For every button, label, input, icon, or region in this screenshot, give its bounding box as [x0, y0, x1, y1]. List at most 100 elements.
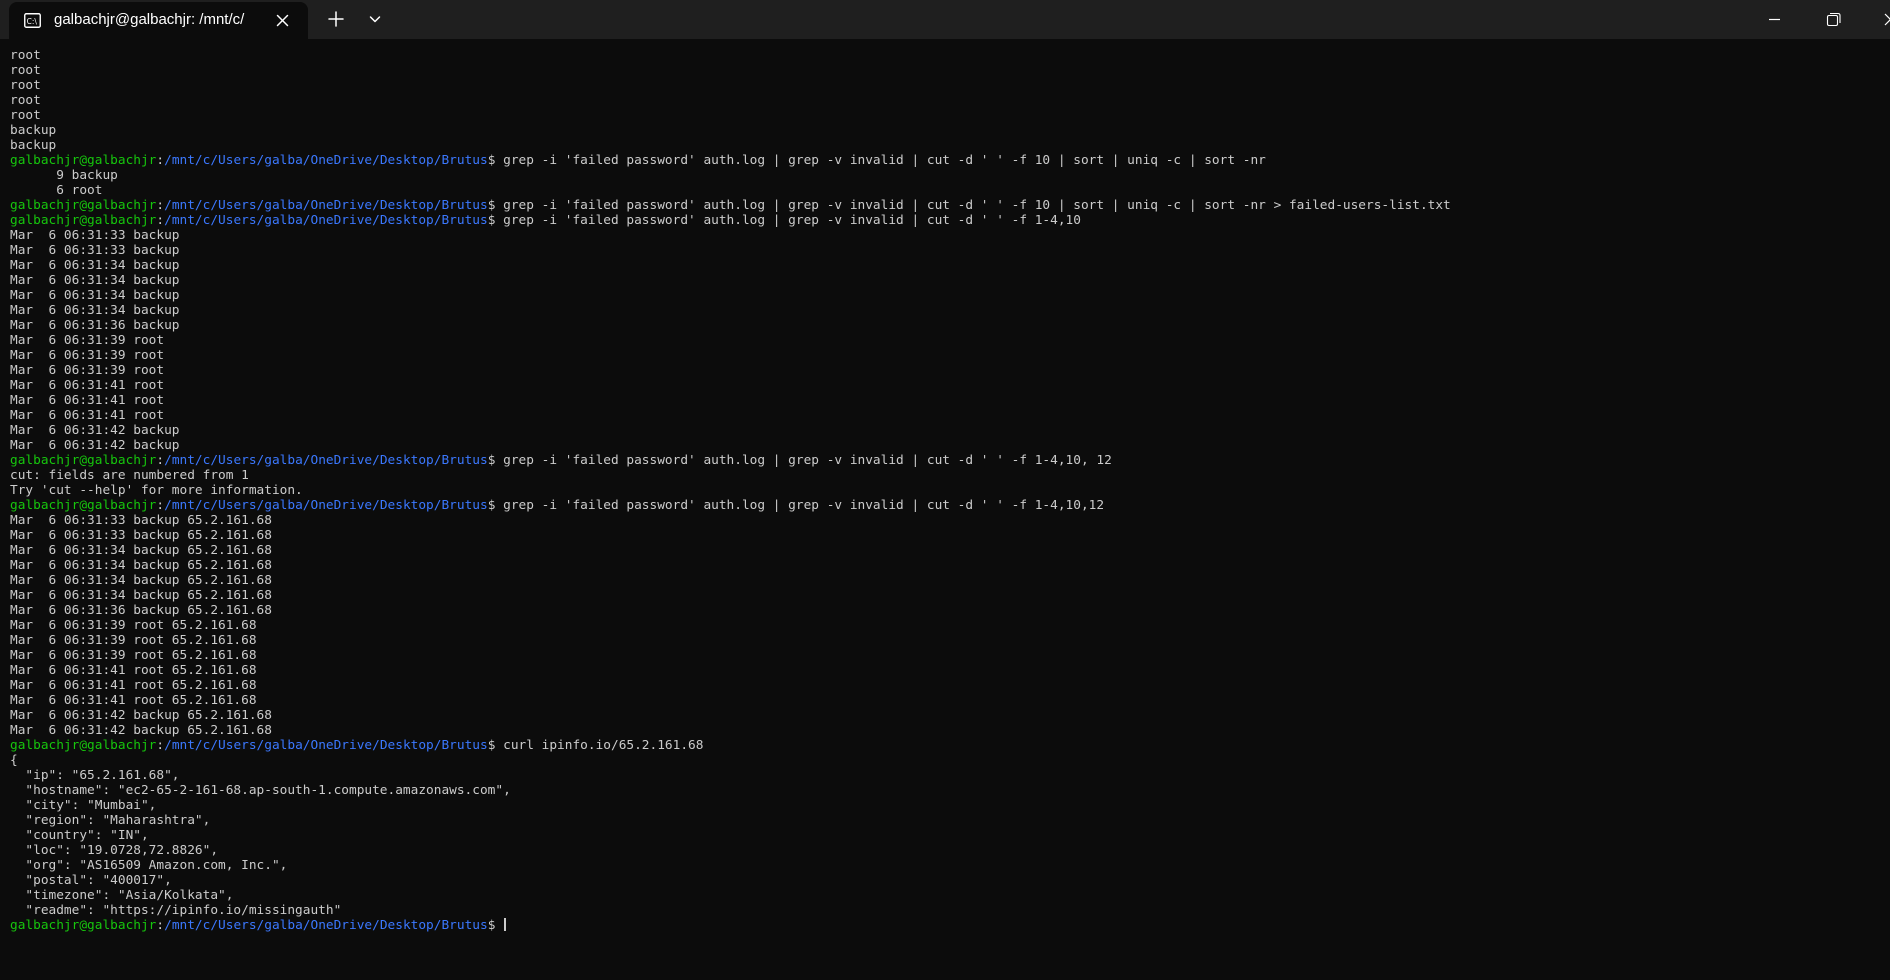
- output-line: Mar 6 06:31:41 root: [10, 378, 165, 393]
- output-line: Mar 6 06:31:34 backup: [10, 303, 180, 318]
- output-line: "city": "Mumbai",: [10, 798, 157, 813]
- output-line: Mar 6 06:31:39 root: [10, 333, 165, 348]
- prompt-user: galbachjr@galbachjr: [10, 453, 157, 468]
- prompt-symbol: $: [487, 738, 504, 753]
- output-line: Mar 6 06:31:34 backup 65.2.161.68: [10, 588, 272, 603]
- prompt-line: galbachjr@galbachjr:/mnt/c/Users/galba/O…: [10, 153, 1451, 168]
- output-line: Mar 6 06:31:41 root 65.2.161.68: [10, 693, 257, 708]
- prompt-symbol: $: [487, 453, 504, 468]
- output-line: 9 backup: [10, 168, 118, 183]
- prompt-user: galbachjr@galbachjr: [10, 498, 157, 513]
- output-line: "ip": "65.2.161.68",: [10, 768, 180, 783]
- output-line: Mar 6 06:31:34 backup: [10, 273, 180, 288]
- terminal-output[interactable]: root root root root root backup backup galbachj…: [10, 48, 1451, 933]
- output-line: Mar 6 06:31:42 backup 65.2.161.68: [10, 723, 272, 738]
- prompt-path: /mnt/c/Users/galba/OneDrive/Desktop/Brut…: [164, 918, 488, 933]
- output-line: cut: fields are numbered from 1: [10, 468, 249, 483]
- output-line: "postal": "400017",: [10, 873, 172, 888]
- tab-title: galbachjr@galbachjr: /mnt/c/: [54, 11, 245, 28]
- output-line: Mar 6 06:31:33 backup 65.2.161.68: [10, 513, 272, 528]
- output-line: 6 root: [10, 183, 103, 198]
- output-line: "timezone": "Asia/Kolkata",: [10, 888, 234, 903]
- terminal-tab[interactable]: C:\ galbachjr@galbachjr: /mnt/c/: [9, 2, 308, 39]
- command-text: grep -i 'failed password' auth.log | gre…: [503, 198, 1451, 213]
- prompt-user: galbachjr@galbachjr: [10, 213, 157, 228]
- output-line: "org": "AS16509 Amazon.com, Inc.",: [10, 858, 288, 873]
- prompt-separator: :: [156, 738, 165, 753]
- prompt-user: galbachjr@galbachjr: [10, 153, 157, 168]
- prompt-separator: :: [156, 198, 165, 213]
- command-text: grep -i 'failed password' auth.log | gre…: [503, 498, 1105, 513]
- prompt-user: galbachjr@galbachjr: [10, 198, 157, 213]
- plus-icon[interactable]: [323, 6, 349, 32]
- chevron-down-icon[interactable]: [362, 6, 388, 32]
- prompt-path: /mnt/c/Users/galba/OneDrive/Desktop/Brut…: [164, 198, 488, 213]
- output-line: Mar 6 06:31:42 backup: [10, 438, 180, 453]
- output-line: "loc": "19.0728,72.8826",: [10, 843, 219, 858]
- output-line: Mar 6 06:31:34 backup: [10, 258, 180, 273]
- terminal-icon: C:\: [24, 13, 41, 28]
- output-line: Mar 6 06:31:34 backup 65.2.161.68: [10, 558, 272, 573]
- close-tab-icon[interactable]: [274, 12, 291, 29]
- output-line: "region": "Maharashtra",: [10, 813, 211, 828]
- text-cursor[interactable]: [504, 918, 507, 931]
- prompt-user: galbachjr@galbachjr: [10, 918, 157, 933]
- output-line: Mar 6 06:31:42 backup: [10, 423, 180, 438]
- output-line: backup: [10, 123, 57, 138]
- command-text: grep -i 'failed password' auth.log | gre…: [503, 153, 1266, 168]
- output-line: Mar 6 06:31:42 backup 65.2.161.68: [10, 708, 272, 723]
- output-line: Mar 6 06:31:34 backup 65.2.161.68: [10, 573, 272, 588]
- minimize-icon[interactable]: [1750, 0, 1798, 39]
- prompt-separator: :: [156, 153, 165, 168]
- output-line: Mar 6 06:31:36 backup: [10, 318, 180, 333]
- prompt-separator: :: [156, 453, 165, 468]
- output-line: Mar 6 06:31:33 backup: [10, 228, 180, 243]
- prompt-separator: :: [156, 498, 165, 513]
- prompt-user: galbachjr@galbachjr: [10, 738, 157, 753]
- output-line: Mar 6 06:31:39 root 65.2.161.68: [10, 633, 257, 648]
- output-line: {: [10, 753, 18, 768]
- output-line: "hostname": "ec2-65-2-161-68.ap-south-1.…: [10, 783, 511, 798]
- prompt-path: /mnt/c/Users/galba/OneDrive/Desktop/Brut…: [164, 738, 488, 753]
- prompt-line: galbachjr@galbachjr:/mnt/c/Users/galba/O…: [10, 498, 1451, 513]
- output-line: Mar 6 06:31:33 backup: [10, 243, 180, 258]
- output-line: Mar 6 06:31:34 backup 65.2.161.68: [10, 543, 272, 558]
- prompt-path: /mnt/c/Users/galba/OneDrive/Desktop/Brut…: [164, 153, 488, 168]
- prompt-symbol: $: [487, 213, 504, 228]
- output-line: Mar 6 06:31:39 root: [10, 348, 165, 363]
- output-line: Mar 6 06:31:34 backup: [10, 288, 180, 303]
- terminal-window: C:\ galbachjr@galbachjr: /mnt/c/ root roo…: [0, 0, 1890, 980]
- prompt-separator: :: [156, 213, 165, 228]
- prompt-symbol: $: [487, 918, 504, 933]
- title-bar: C:\ galbachjr@galbachjr: /mnt/c/: [0, 0, 1890, 39]
- prompt-separator: :: [156, 918, 165, 933]
- restore-icon[interactable]: [1809, 0, 1857, 39]
- output-line: "readme": "https://ipinfo.io/missingauth…: [10, 903, 342, 918]
- output-line: Mar 6 06:31:39 root: [10, 363, 165, 378]
- prompt-symbol: $: [487, 153, 504, 168]
- output-line: root: [10, 93, 41, 108]
- prompt-path: /mnt/c/Users/galba/OneDrive/Desktop/Brut…: [164, 498, 488, 513]
- output-line: Mar 6 06:31:36 backup 65.2.161.68: [10, 603, 272, 618]
- output-line: Mar 6 06:31:41 root 65.2.161.68: [10, 663, 257, 678]
- prompt-line: galbachjr@galbachjr:/mnt/c/Users/galba/O…: [10, 213, 1451, 228]
- output-line: Mar 6 06:31:39 root 65.2.161.68: [10, 648, 257, 663]
- output-line: Try 'cut --help' for more information.: [10, 483, 303, 498]
- command-text: curl ipinfo.io/65.2.161.68: [503, 738, 704, 753]
- svg-text:C:\: C:\: [27, 17, 38, 26]
- output-line: root: [10, 63, 41, 78]
- prompt-symbol: $: [487, 498, 504, 513]
- output-line: Mar 6 06:31:33 backup 65.2.161.68: [10, 528, 272, 543]
- command-text: grep -i 'failed password' auth.log | gre…: [503, 453, 1112, 468]
- prompt-line: galbachjr@galbachjr:/mnt/c/Users/galba/O…: [10, 738, 1451, 753]
- prompt-line: galbachjr@galbachjr:/mnt/c/Users/galba/O…: [10, 918, 1451, 933]
- prompt-path: /mnt/c/Users/galba/OneDrive/Desktop/Brut…: [164, 213, 488, 228]
- command-text: grep -i 'failed password' auth.log | gre…: [503, 213, 1081, 228]
- prompt-line: galbachjr@galbachjr:/mnt/c/Users/galba/O…: [10, 453, 1451, 468]
- output-line: Mar 6 06:31:41 root: [10, 408, 165, 423]
- close-icon[interactable]: [1868, 0, 1890, 39]
- output-line: Mar 6 06:31:41 root 65.2.161.68: [10, 678, 257, 693]
- prompt-path: /mnt/c/Users/galba/OneDrive/Desktop/Brut…: [164, 453, 488, 468]
- output-line: Mar 6 06:31:41 root: [10, 393, 165, 408]
- output-line: "country": "IN",: [10, 828, 149, 843]
